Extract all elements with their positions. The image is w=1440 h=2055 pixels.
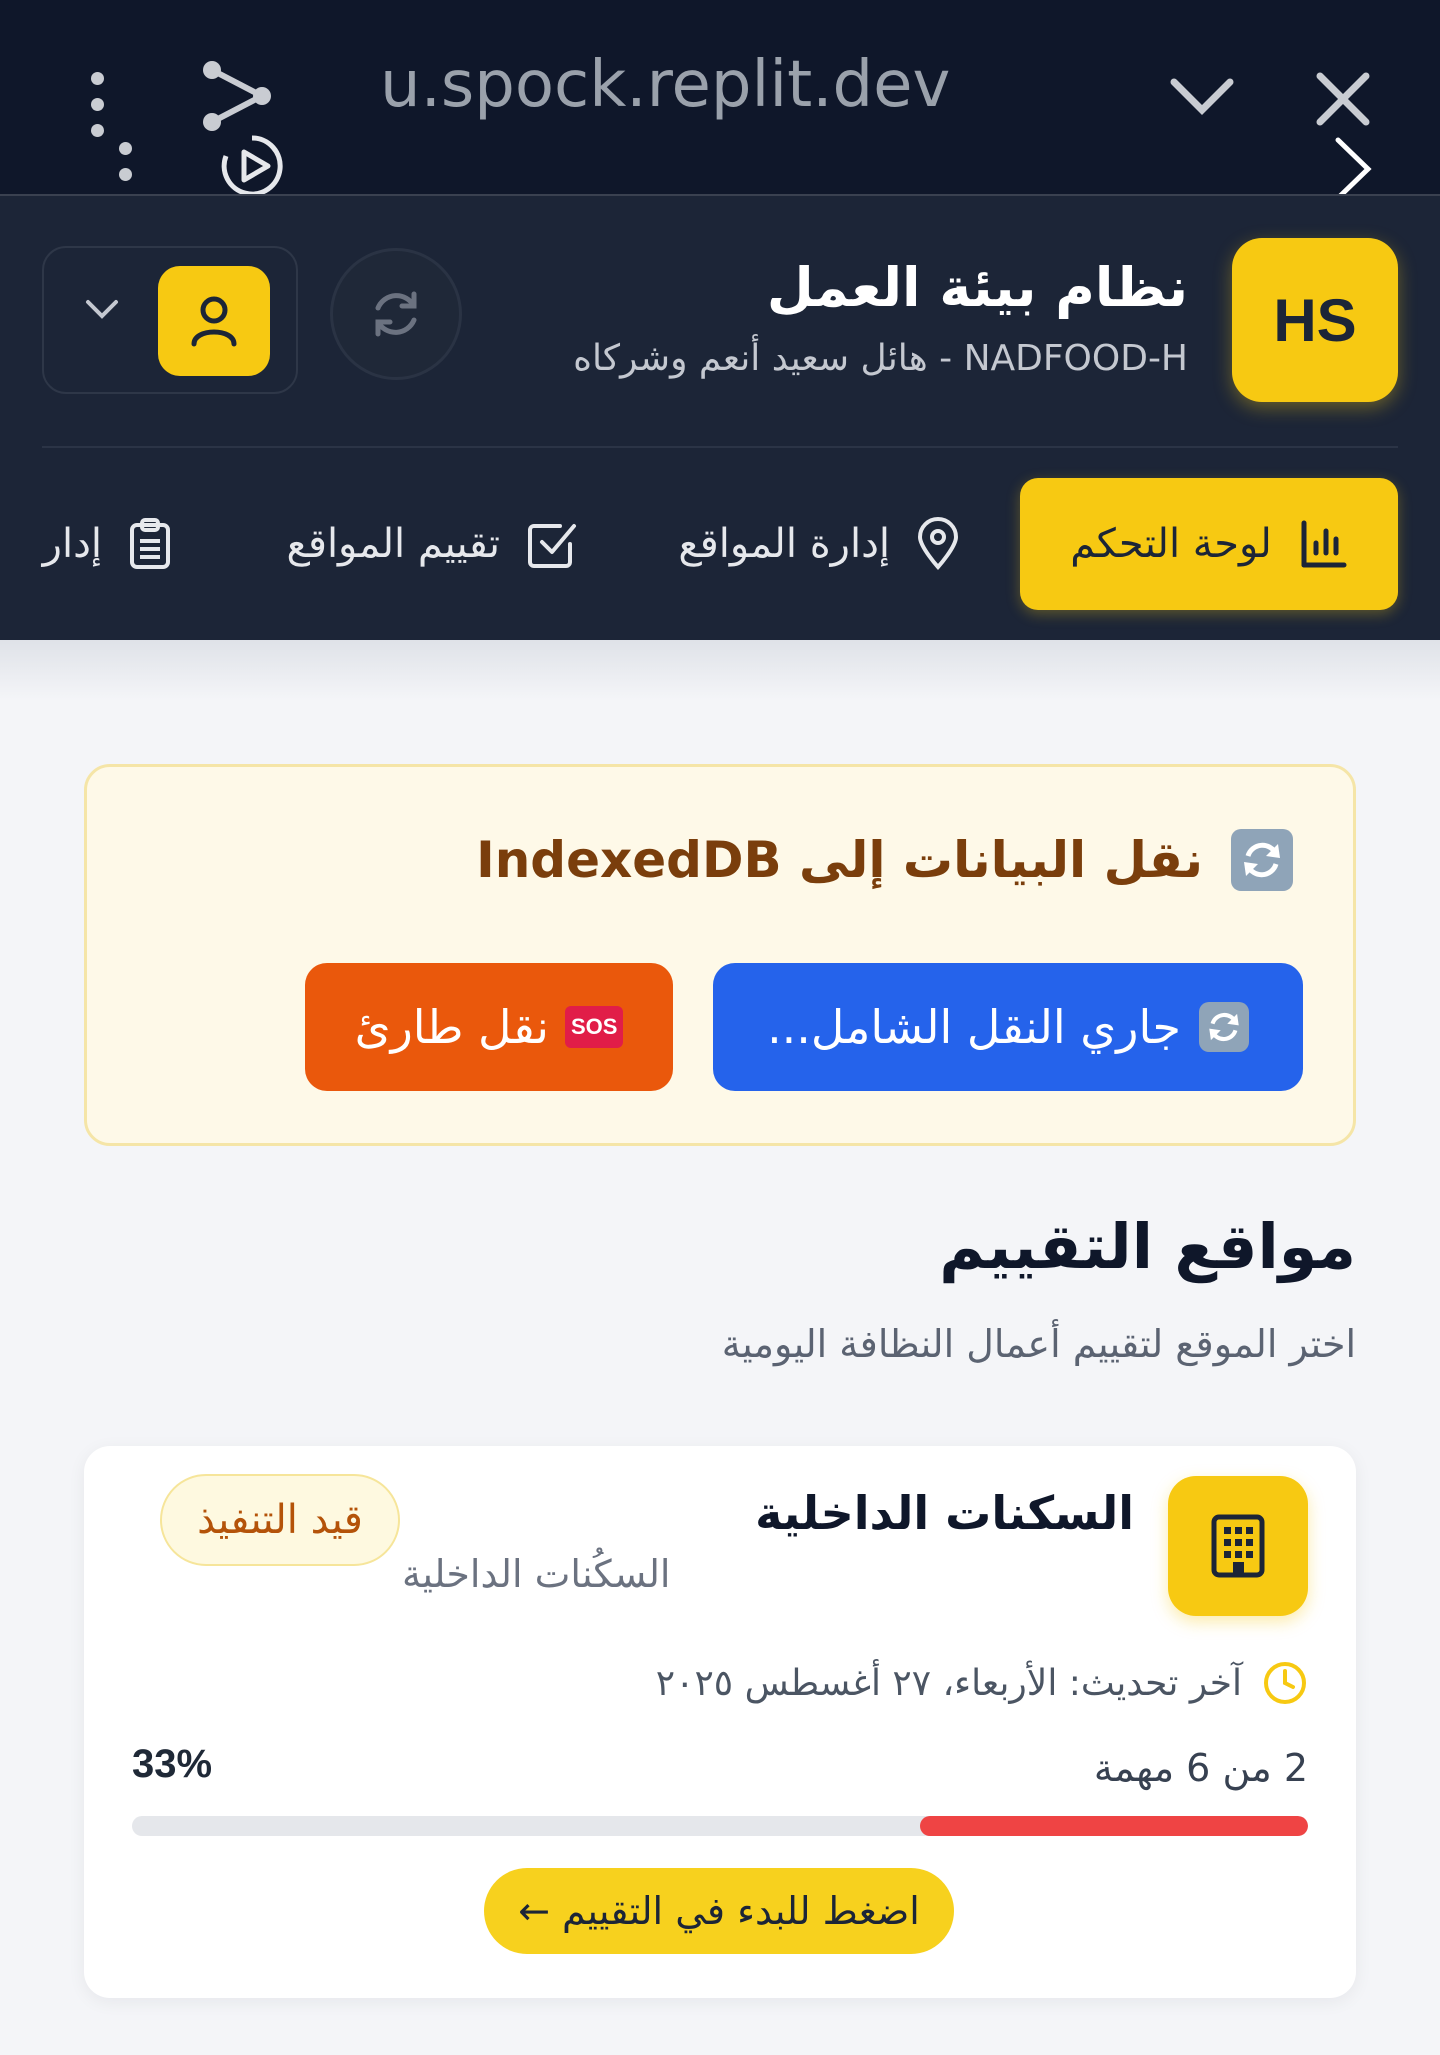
chevron-down-icon[interactable]: [1168, 74, 1236, 118]
full-migration-label: جاري النقل الشامل...: [767, 1000, 1181, 1054]
nav-label: إدارة المواقع: [678, 521, 890, 567]
browser-menu-icon[interactable]: [90, 72, 104, 137]
sync-icon: [1231, 829, 1293, 891]
nav-admin[interactable]: إدار: [43, 478, 172, 610]
emergency-migration-label: نقل طارئ: [354, 1000, 549, 1054]
app-header: HS نظام بيئة العمل NADFOOD-H - هائل سعيد…: [0, 196, 1440, 640]
section-title: مواقع التقييم: [939, 1210, 1356, 1283]
bar-chart-icon: [1301, 520, 1347, 568]
status-badge: قيد التنفيذ: [160, 1474, 400, 1566]
nav-manage-sites[interactable]: إدارة المواقع: [678, 478, 960, 610]
app-logo[interactable]: HS: [1232, 238, 1398, 402]
user-avatar-button[interactable]: [158, 266, 270, 376]
sync-icon: [1198, 1002, 1249, 1052]
full-migration-button[interactable]: جاري النقل الشامل...: [713, 963, 1303, 1091]
address-bar-url[interactable]: u.spock.replit.dev: [380, 48, 950, 122]
check-square-icon: [528, 524, 576, 568]
progress-fill: [919, 1816, 1308, 1836]
app-subtitle: NADFOOD-H - هائل سعيد أنعم وشركاه: [573, 338, 1188, 379]
progress-percent: 33%: [132, 1742, 213, 1786]
location-card[interactable]: السكنات الداخلية السكُنات الداخلية قيد ا…: [84, 1446, 1356, 1998]
task-count: 2 من 6 مهمة: [1093, 1746, 1308, 1790]
app-title: نظام بيئة العمل: [766, 256, 1188, 319]
browser-toolbar: u.spock.replit.dev: [0, 0, 1440, 207]
last-updated-text: آخر تحديث: الأربعاء، ٢٧ أغسطس ٢٠٢٥: [655, 1662, 1242, 1704]
migration-title: نقل البيانات إلى IndexedDB: [476, 831, 1203, 889]
sos-icon: SOS: [564, 1006, 624, 1048]
chevron-down-icon[interactable]: [84, 298, 120, 322]
clipboard-icon: [130, 518, 170, 569]
emergency-migration-button[interactable]: SOS نقل طارئ: [305, 963, 673, 1091]
migration-panel: نقل البيانات إلى IndexedDB جاري النقل ال…: [84, 764, 1356, 1146]
close-icon[interactable]: [1314, 70, 1372, 128]
nav-dashboard[interactable]: لوحة التحكم: [1020, 478, 1398, 610]
clock-icon: [1264, 1662, 1306, 1704]
share-icon[interactable]: [200, 58, 276, 134]
user-menu[interactable]: [42, 246, 298, 394]
section-subtitle: اختر الموقع لتقييم أعمال النظافة اليومية: [721, 1322, 1356, 1366]
nav-label: لوحة التحكم: [1070, 521, 1272, 567]
header-divider: [42, 446, 1398, 448]
header-shadow: [0, 640, 1440, 700]
map-pin-icon: [917, 517, 959, 570]
refresh-icon: [375, 291, 417, 337]
user-icon: [191, 296, 237, 347]
location-name: السكنات الداخلية: [755, 1486, 1134, 1540]
replay-icon[interactable]: [218, 132, 286, 200]
nav-evaluate-sites[interactable]: تقييم المواقع: [287, 478, 578, 610]
last-updated: آخر تحديث: الأربعاء، ٢٧ أغسطس ٢٠٢٥: [656, 1660, 1308, 1706]
migration-heading: نقل البيانات إلى IndexedDB: [476, 829, 1293, 891]
location-subtitle: السكُنات الداخلية: [402, 1552, 671, 1596]
building-icon: [1168, 1476, 1308, 1616]
progress-bar: [132, 1816, 1308, 1836]
nav-label: إدار: [42, 521, 102, 567]
start-evaluation-button[interactable]: اضغط للبدء في التقييم ←: [484, 1868, 954, 1954]
refresh-button[interactable]: [330, 248, 462, 380]
nav-label: تقييم المواقع: [286, 521, 500, 567]
